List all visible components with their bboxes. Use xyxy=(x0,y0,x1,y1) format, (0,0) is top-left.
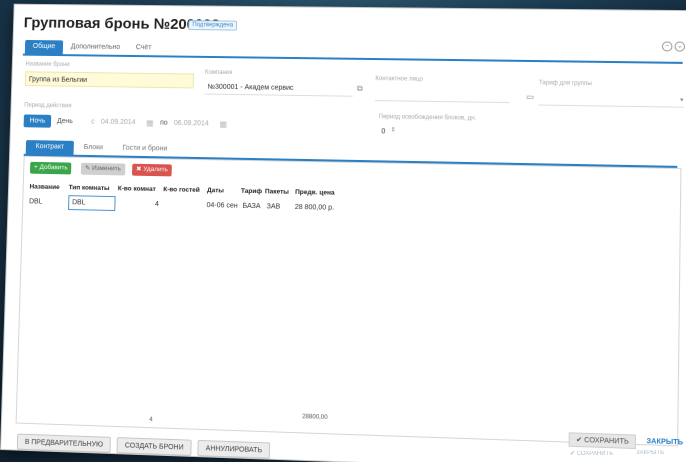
col-header[interactable]: Предв. цена xyxy=(295,189,335,197)
total-guests: 4 xyxy=(149,417,153,424)
cell-tariff: БАЗА xyxy=(242,202,261,211)
delete-button[interactable]: ✖ Удалить xyxy=(131,163,172,177)
col-header[interactable]: Тип комнаты xyxy=(69,184,110,192)
col-header[interactable]: Название xyxy=(29,183,59,191)
booking-name-label: Название брони xyxy=(25,61,70,68)
contact-label: Контактное лицо xyxy=(375,76,423,83)
open-link-icon[interactable]: ⧉ xyxy=(357,84,363,94)
release-days-label: Период освобождения блоков, дн. xyxy=(378,114,477,122)
collapse-icon[interactable]: ⌄ xyxy=(674,41,686,52)
minimize-icon[interactable]: – xyxy=(661,41,673,52)
reflection-save: ✔ СОХРАНИТЬ xyxy=(570,451,614,457)
create-bookings-button[interactable]: СОЗДАТЬ БРОНИ xyxy=(116,437,192,456)
col-header[interactable]: К-во комнат xyxy=(118,185,156,193)
col-header[interactable]: К-во гостей xyxy=(163,186,200,194)
cancel-booking-button[interactable]: АННУЛИРОВАТЬ xyxy=(197,439,271,459)
mode-night-button[interactable]: Ночь xyxy=(23,114,52,128)
tab-general[interactable]: Общие xyxy=(24,39,64,55)
tabs-underline xyxy=(22,53,683,64)
close-button[interactable]: ЗАКРЫТЬ xyxy=(640,435,686,451)
booking-name-input[interactable]: Группа из Бельгии xyxy=(24,71,195,89)
tab-additional[interactable]: Дополнительно xyxy=(63,40,128,55)
tab-guests-bookings[interactable]: Гости и брони xyxy=(113,142,178,157)
total-price: 28800,00 xyxy=(302,414,328,422)
period-mode-toggle: Ночь День xyxy=(23,114,79,128)
period-label: Период действия xyxy=(24,102,72,110)
status-badge: Подтверждена xyxy=(188,20,238,31)
company-input[interactable]: №300001 - Академ сервис xyxy=(204,79,354,97)
contact-input[interactable] xyxy=(374,86,510,104)
document-icon: ▭ xyxy=(526,92,535,102)
mode-day-button[interactable]: День xyxy=(51,115,79,128)
calendar-icon[interactable]: ▦ xyxy=(220,120,228,129)
col-header[interactable]: Тариф xyxy=(241,188,262,195)
to-date-input[interactable]: 06.09.2014 xyxy=(174,120,209,128)
tab-contract[interactable]: Контракт xyxy=(25,140,75,155)
cell-price: 28 800,00 р. xyxy=(294,203,335,212)
cell-guests: 4 xyxy=(154,200,159,208)
tariff-select[interactable] xyxy=(538,90,685,108)
to-preliminary-button[interactable]: В ПРЕДВАРИТЕЛЬНУЮ xyxy=(16,433,112,453)
stepper-arrows-icon[interactable]: ⇕ xyxy=(390,126,395,133)
calendar-icon[interactable]: ▦ xyxy=(146,118,154,127)
cell-packages: ЗАВ xyxy=(266,203,281,211)
col-header[interactable]: Даты xyxy=(207,187,224,194)
room-type-input[interactable]: DBL xyxy=(68,195,116,212)
edit-button[interactable]: ✎ Изменить xyxy=(80,162,125,176)
tab-blocks[interactable]: Блоки xyxy=(74,141,113,156)
bottom-actions: В ПРЕДВАРИТЕЛЬНУЮ СОЗДАТЬ БРОНИ АННУЛИРО… xyxy=(16,433,277,459)
company-label: Компания xyxy=(204,69,233,77)
tab-invoice[interactable]: Счёт xyxy=(128,41,160,55)
from-date-input[interactable]: 04.09.2014 xyxy=(101,119,136,126)
from-label: с xyxy=(91,118,95,126)
contract-panel: + Добавить ✎ Изменить ✖ Удалить Название… xyxy=(15,155,682,447)
col-header[interactable]: Пакеты xyxy=(265,188,289,195)
tariff-label: Тариф для группы xyxy=(538,80,592,88)
chevron-down-icon[interactable]: ▾ xyxy=(680,96,683,103)
cell-name: DBL xyxy=(29,198,43,206)
group-booking-window: Групповая бронь №200002 Подтверждена – ⌄ … xyxy=(0,3,686,462)
add-button[interactable]: + Добавить xyxy=(29,161,72,175)
window-controls: – ⌄ xyxy=(660,41,686,52)
to-label: по xyxy=(159,119,168,127)
reflection-close: ЗАКРЫТЬ xyxy=(636,450,665,456)
save-button[interactable]: ✔ СОХРАНИТЬ xyxy=(568,432,637,450)
cell-dates: 04-06 сен xyxy=(206,202,238,210)
